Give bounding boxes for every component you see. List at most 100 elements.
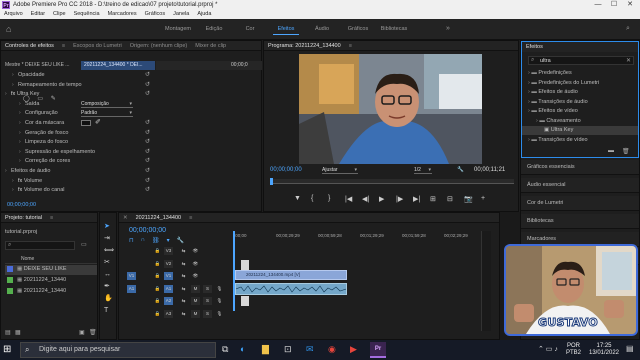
- project-item[interactable]: ▦ 20211224_13440: [5, 276, 97, 286]
- eye-icon[interactable]: 👁: [191, 260, 200, 268]
- effect-controls-timecode[interactable]: 00;00;00;00: [7, 202, 36, 208]
- tab-efeitos[interactable]: Efeitos: [526, 43, 543, 51]
- workspace-tab-bibliotecas[interactable]: Bibliotecas: [376, 25, 412, 35]
- premiere-taskbar-icon[interactable]: Pr: [370, 342, 386, 358]
- new-bin-icon[interactable]: ▭: [81, 241, 87, 248]
- transport-button[interactable]: ▶|: [413, 195, 420, 203]
- mic-icon[interactable]: 🎙: [215, 297, 224, 305]
- project-item[interactable]: ▦ DEIXE SEU LIKE: [5, 265, 97, 275]
- menu-sequencia[interactable]: Sequência: [74, 10, 100, 19]
- tab-escopos-lumetri[interactable]: Escopos do Lumetri: [73, 42, 122, 49]
- effects-search-input[interactable]: ⌕ ultra ✕: [528, 56, 634, 65]
- sequence-clip-label[interactable]: 20211224_134400 * DEI...: [81, 61, 155, 70]
- time-ruler[interactable]: :00;00 00;00;29;29 00;00;59;28 00;01;29;29 0…: [234, 231, 496, 245]
- project-item[interactable]: ▦ 20211224_13440: [5, 287, 97, 297]
- search-icon[interactable]: ⌕: [626, 25, 630, 33]
- icon-view-icon[interactable]: ▦: [15, 329, 21, 336]
- workspace-tab-efeitos[interactable]: Efeitos: [268, 25, 304, 35]
- pen-tool-icon[interactable]: ✒: [104, 283, 110, 291]
- transport-button[interactable]: |▶: [396, 195, 403, 203]
- notifications-icon[interactable]: ▤: [626, 344, 634, 353]
- track-target-video[interactable]: V3: [164, 247, 173, 255]
- track-target-video[interactable]: V2: [164, 259, 173, 268]
- sync-lock-icon[interactable]: ⇆: [179, 310, 188, 318]
- mask-shape-icons[interactable]: ◯ ▭ ✎: [23, 95, 59, 102]
- menu-editar[interactable]: Editar: [31, 10, 45, 19]
- sync-lock-icon[interactable]: ⇆: [179, 260, 188, 268]
- effect-row[interactable]: › fx Volume do canal ↺: [1, 186, 156, 195]
- effect-row[interactable]: › Remapeamento de tempo ↺: [1, 81, 156, 90]
- reset-icon[interactable]: ↺: [145, 186, 150, 195]
- mute-button[interactable]: M: [191, 284, 200, 293]
- mail-icon[interactable]: ✉: [306, 344, 314, 355]
- reset-icon[interactable]: ↺: [145, 157, 150, 166]
- key-color-swatch[interactable]: [81, 120, 91, 126]
- edge-icon[interactable]: ◐: [240, 344, 245, 354]
- mute-button[interactable]: M: [191, 297, 200, 305]
- fit-dropdown[interactable]: Ajustar: [322, 167, 358, 174]
- file-explorer-icon[interactable]: ▇: [262, 344, 269, 355]
- linked-selection-icon[interactable]: ⛓: [152, 237, 160, 244]
- tab-origem[interactable]: Origem: (nenhum clipe): [130, 42, 187, 49]
- clock[interactable]: 17:25 13/01/2022: [586, 343, 622, 357]
- source-patch-audio[interactable]: A1: [127, 284, 136, 293]
- lock-icon[interactable]: 🔒: [153, 260, 162, 268]
- mic-icon[interactable]: 🎙: [215, 310, 224, 318]
- clip-v1[interactable]: 20211224_134400.mp4 [V]: [235, 270, 347, 280]
- project-column-name[interactable]: Nome: [5, 256, 97, 264]
- tab-projeto[interactable]: Projeto: tutorial: [5, 214, 42, 221]
- hand-tool-icon[interactable]: ✋: [104, 295, 113, 303]
- reset-icon[interactable]: ↺: [145, 129, 150, 138]
- track-select-tool-icon[interactable]: ⇥: [104, 235, 110, 243]
- reset-icon[interactable]: ↺: [145, 177, 150, 186]
- collapsed-panel-header[interactable]: Áudio essencial: [521, 178, 639, 193]
- input-language[interactable]: POR PTB2: [566, 343, 581, 357]
- transport-button[interactable]: 📷: [464, 195, 473, 203]
- reset-icon[interactable]: ↺: [145, 167, 150, 176]
- effect-row[interactable]: › Configuração Padrão: [1, 109, 156, 118]
- tab-sequence[interactable]: 20211224_134400: [136, 214, 181, 221]
- source-patch-video[interactable]: V1: [127, 272, 136, 280]
- menu-graficos[interactable]: Gráficos: [145, 10, 165, 19]
- ripple-edit-tool-icon[interactable]: ⟺: [104, 247, 114, 255]
- wrench-icon[interactable]: 🔧: [457, 167, 464, 173]
- master-clip-label[interactable]: Mestre * DEIXE SEU LIKE ...: [5, 62, 81, 68]
- panel-menu-icon[interactable]: ≡: [62, 42, 65, 49]
- store-icon[interactable]: ⊡: [284, 344, 292, 355]
- type-tool-icon[interactable]: T: [104, 307, 108, 315]
- track-target-video[interactable]: V1: [164, 272, 173, 280]
- workspace-tab-cor[interactable]: Cor: [232, 25, 268, 35]
- tab-mixer-clip[interactable]: Mixer de clip: [195, 42, 226, 49]
- mic-icon[interactable]: 🎙: [215, 285, 224, 293]
- snap-icon[interactable]: ∩: [141, 237, 145, 244]
- effect-row[interactable]: › Limpeza do fosco ↺: [1, 138, 156, 147]
- delete-icon[interactable]: 🗑: [622, 148, 630, 155]
- lock-icon[interactable]: 🔒: [153, 247, 162, 255]
- taskbar-search-box[interactable]: ⌕ Digite aqui para pesquisar: [20, 342, 216, 358]
- track-target-audio[interactable]: A2: [164, 297, 173, 305]
- selection-tool-icon[interactable]: ➤: [104, 223, 110, 231]
- effects-tree-item[interactable]: › ▬ Predefinições: [522, 69, 638, 78]
- effects-tree-item[interactable]: › ▬ Transições de áudio: [522, 98, 638, 107]
- menu-ajuda[interactable]: Ajuda: [197, 10, 211, 19]
- reset-icon[interactable]: ↺: [145, 90, 150, 99]
- menu-janela[interactable]: Janela: [173, 10, 189, 19]
- lock-icon[interactable]: 🔒: [153, 297, 162, 305]
- sync-lock-icon[interactable]: ⇆: [179, 285, 188, 293]
- close-sequence-icon[interactable]: ✕: [123, 214, 128, 221]
- clip-a1[interactable]: [235, 283, 347, 295]
- trash-icon[interactable]: 🗑: [89, 329, 97, 336]
- transport-button[interactable]: ⊟: [447, 195, 453, 203]
- effect-row[interactable]: › fx Volume ↺: [1, 177, 156, 186]
- timeline-settings-icon[interactable]: 🔧: [177, 237, 184, 244]
- task-view-icon[interactable]: ⧉: [222, 344, 228, 355]
- reset-icon[interactable]: ↺: [145, 81, 150, 90]
- effect-row[interactable]: › Geração de fosco ↺: [1, 129, 156, 138]
- lock-icon[interactable]: 🔒: [153, 285, 162, 293]
- tab-controles-de-efeitos[interactable]: Controles de efeitos: [5, 42, 54, 49]
- transport-button[interactable]: +: [481, 195, 485, 202]
- effects-tree-item[interactable]: › ▬ Predefinições do Lumetri: [522, 79, 638, 88]
- home-icon[interactable]: ⌂: [6, 24, 16, 34]
- effect-row[interactable]: › Opacidade ↺: [1, 71, 156, 80]
- reset-icon[interactable]: ↺: [145, 138, 150, 147]
